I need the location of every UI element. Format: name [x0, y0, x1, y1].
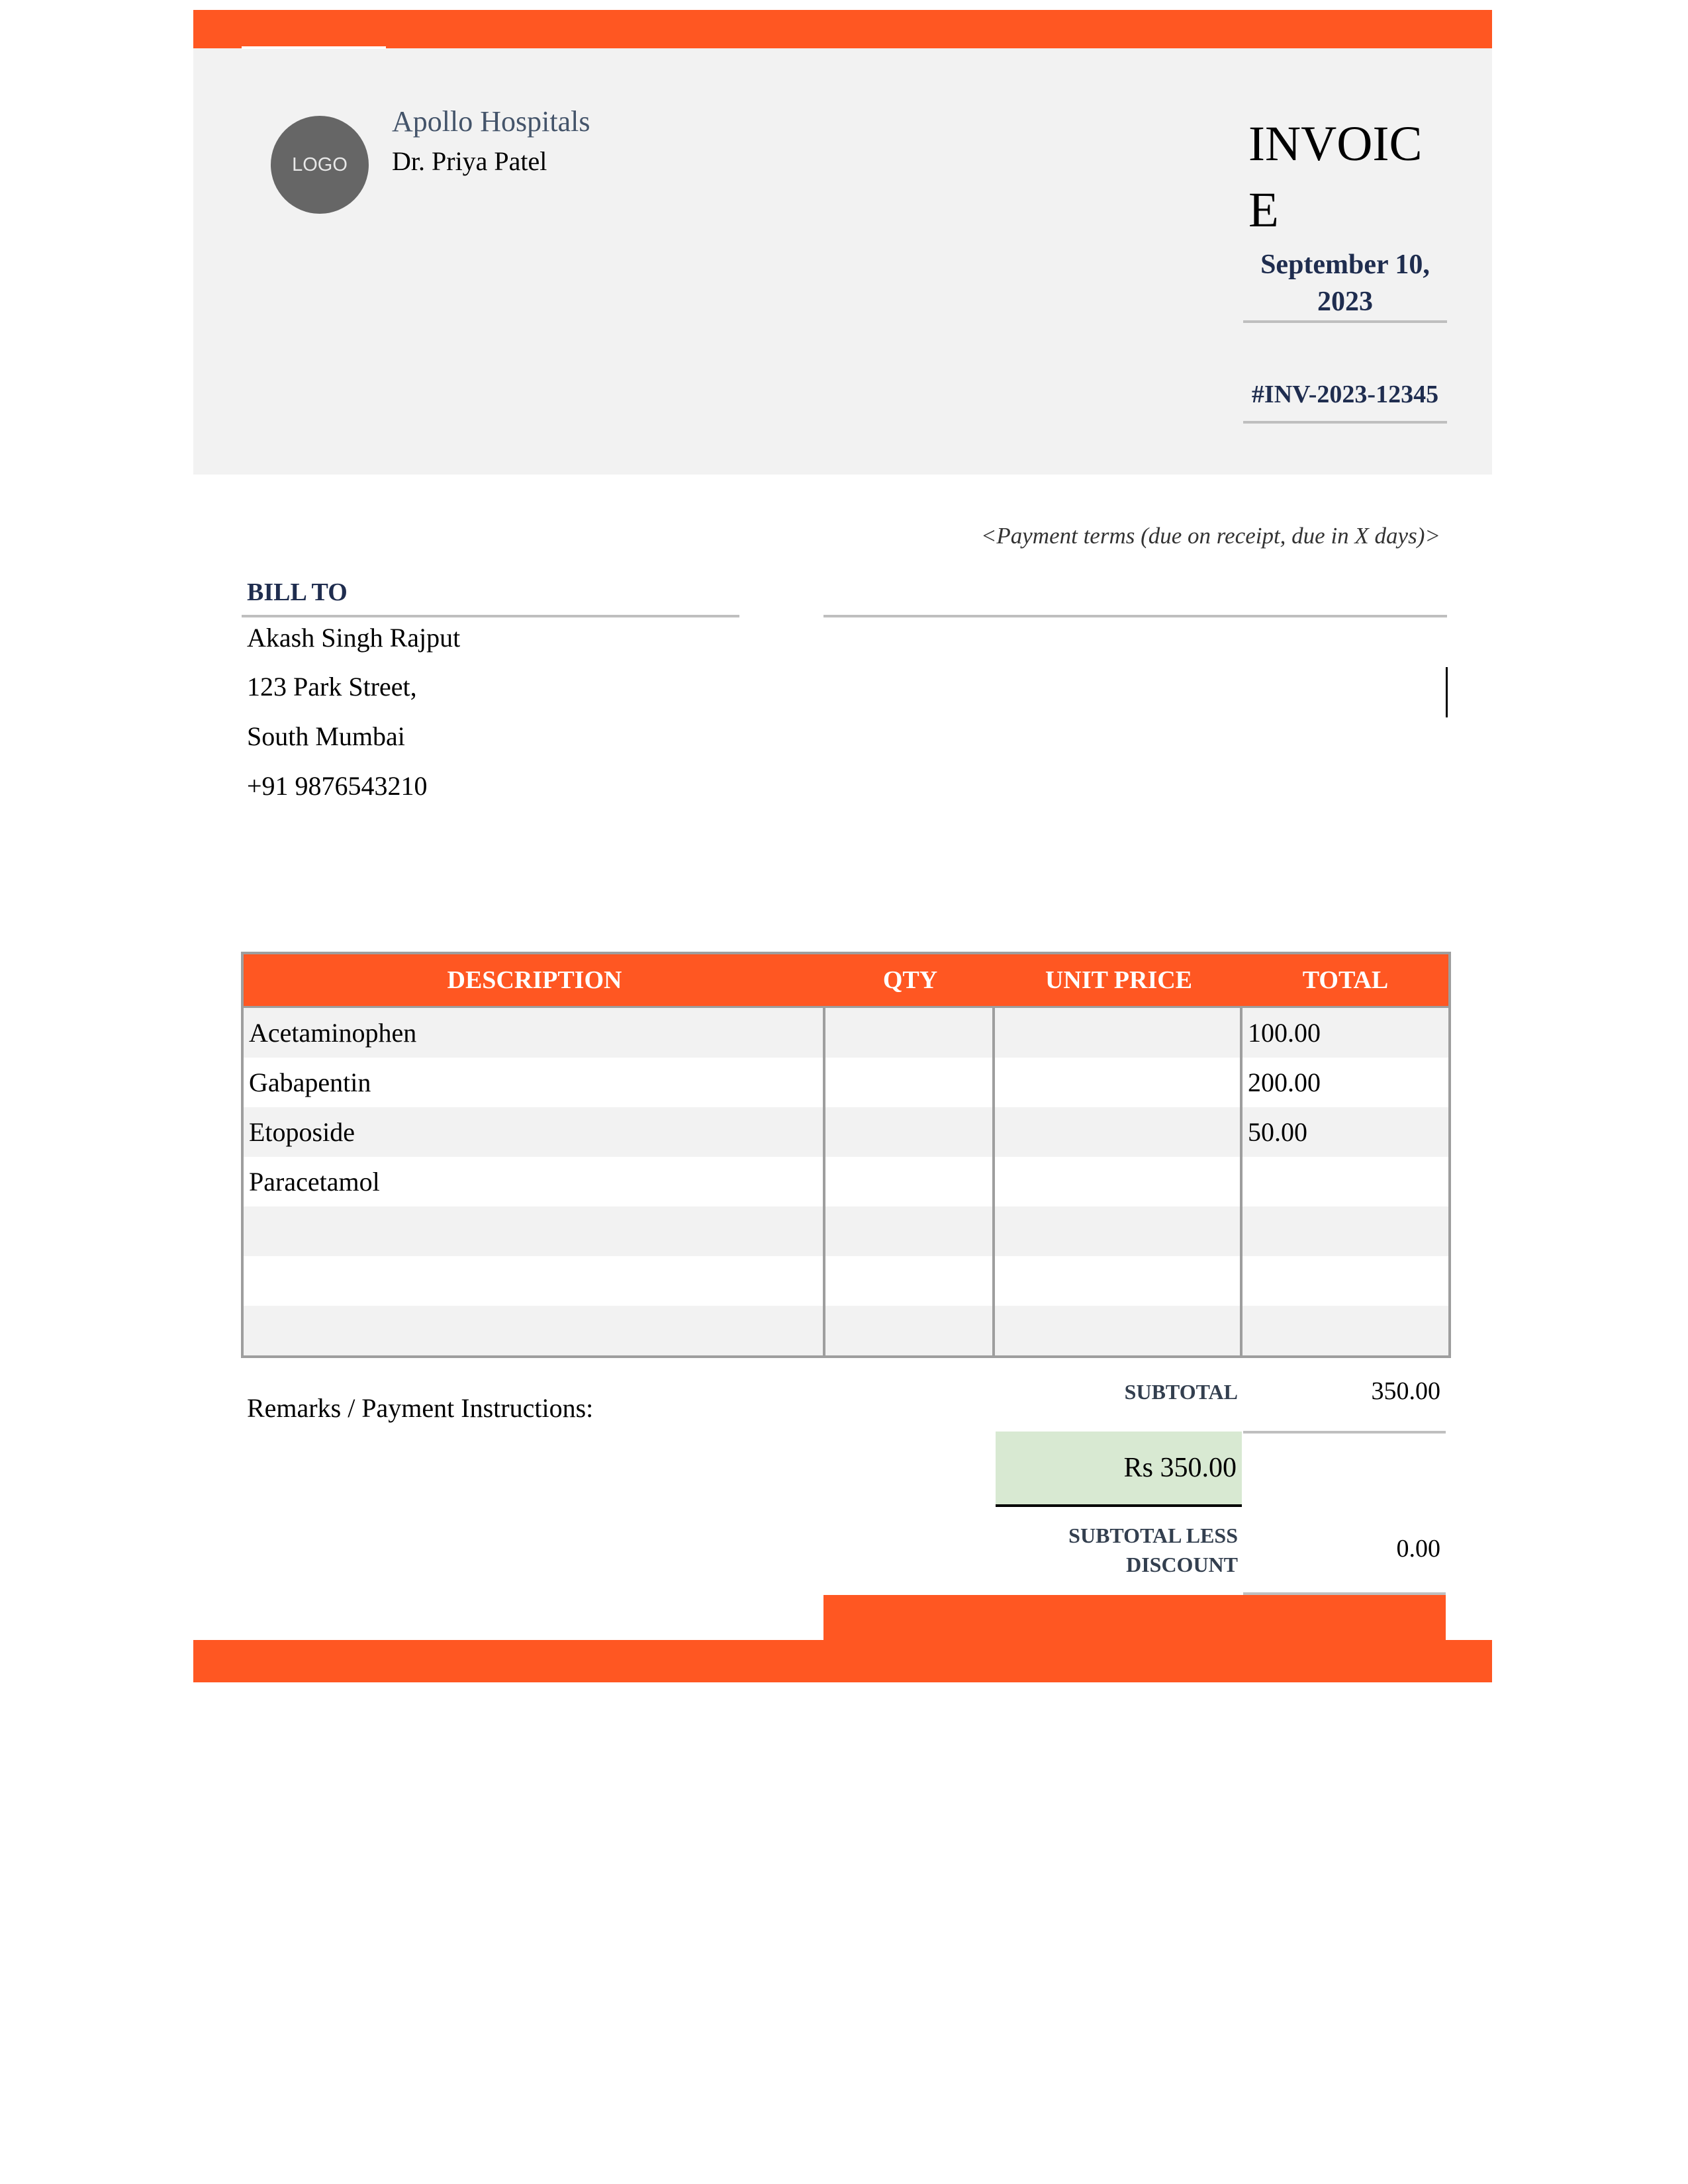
- table-row: Gabapentin 200.00: [244, 1058, 1448, 1107]
- cell-total[interactable]: 200.00: [1243, 1058, 1448, 1107]
- cell-description[interactable]: [244, 1206, 825, 1256]
- table-row: [244, 1256, 1448, 1306]
- bill-to-address-line2: South Mumbai: [247, 721, 405, 751]
- right-divider: [823, 615, 1447, 617]
- cell-unit-price[interactable]: [995, 1306, 1243, 1355]
- text-cursor: [1446, 667, 1448, 717]
- cell-qty[interactable]: [825, 1107, 995, 1157]
- highlighted-amount: Rs 350.00: [1123, 1453, 1237, 1483]
- cell-total[interactable]: 100.00: [1243, 1008, 1448, 1058]
- invoice-number-divider: [1243, 421, 1447, 424]
- cell-description[interactable]: Acetaminophen: [244, 1008, 825, 1058]
- table-row: Etoposide 50.00: [244, 1107, 1448, 1157]
- payment-terms: <Payment terms (due on receipt, due in X…: [980, 523, 1440, 549]
- cell-qty[interactable]: [825, 1058, 995, 1107]
- cell-description[interactable]: Gabapentin: [244, 1058, 825, 1107]
- date-divider: [1243, 320, 1447, 323]
- subtotal-label: SUBTOTAL: [1124, 1380, 1238, 1404]
- bill-to-address-line1: 123 Park Street,: [247, 672, 417, 702]
- cell-total[interactable]: 50.00: [1243, 1107, 1448, 1157]
- cell-unit-price[interactable]: [995, 1058, 1243, 1107]
- invoice-title: INVOICE: [1248, 116, 1423, 238]
- bill-to-name: Akash Singh Rajput: [247, 623, 461, 653]
- cell-unit-price[interactable]: [995, 1256, 1243, 1306]
- header-unit-price: UNIT PRICE: [1045, 966, 1193, 994]
- header-tab-accent: [242, 46, 386, 49]
- discount-value: 0.00: [1396, 1535, 1441, 1563]
- cell-description[interactable]: Etoposide: [244, 1107, 825, 1157]
- highlighted-amount-cell[interactable]: Rs 350.00: [996, 1432, 1242, 1507]
- subtotal-divider: [1243, 1431, 1446, 1433]
- cell-qty[interactable]: [825, 1008, 995, 1058]
- header-qty: QTY: [882, 966, 938, 994]
- cell-qty[interactable]: [825, 1157, 995, 1206]
- cell-total[interactable]: [1243, 1256, 1448, 1306]
- footer-accent-block: [823, 1595, 1446, 1640]
- table-row: [244, 1206, 1448, 1256]
- discount-label: SUBTOTAL LESS DISCOUNT: [1068, 1524, 1238, 1576]
- cell-description[interactable]: [244, 1256, 825, 1306]
- company-name: Apollo Hospitals: [392, 105, 590, 138]
- bill-to-divider: [242, 615, 739, 617]
- table-row: [244, 1306, 1448, 1355]
- remarks-label: Remarks / Payment Instructions:: [247, 1393, 594, 1423]
- cell-qty[interactable]: [825, 1256, 995, 1306]
- invoice-date: September 10, 2023: [1260, 250, 1430, 317]
- table-body: Acetaminophen 100.00 Gabapentin 200.00 E…: [244, 1008, 1448, 1355]
- subtotal-value: 350.00: [1371, 1377, 1441, 1405]
- table-header: DESCRIPTION QTY UNIT PRICE TOTAL: [244, 954, 1448, 1008]
- bill-to-phone: +91 9876543210: [247, 771, 428, 801]
- cell-qty[interactable]: [825, 1206, 995, 1256]
- table-row: Acetaminophen 100.00: [244, 1008, 1448, 1058]
- footer-accent-bar: [193, 1640, 1492, 1682]
- cell-unit-price[interactable]: [995, 1206, 1243, 1256]
- cell-total[interactable]: [1243, 1157, 1448, 1206]
- cell-unit-price[interactable]: [995, 1008, 1243, 1058]
- logo: LOGO: [271, 116, 369, 214]
- logo-text: LOGO: [292, 154, 348, 175]
- invoice-number: #INV-2023-12345: [1251, 381, 1439, 408]
- cell-description[interactable]: [244, 1306, 825, 1355]
- top-accent-bar: [193, 10, 1492, 48]
- doctor-name: Dr. Priya Patel: [392, 146, 547, 176]
- cell-unit-price[interactable]: [995, 1107, 1243, 1157]
- header-total: TOTAL: [1302, 966, 1389, 994]
- cell-unit-price[interactable]: [995, 1157, 1243, 1206]
- cell-description[interactable]: Paracetamol: [244, 1157, 825, 1206]
- table-row: Paracetamol: [244, 1157, 1448, 1206]
- header-description: DESCRIPTION: [447, 966, 622, 994]
- cell-total[interactable]: [1243, 1206, 1448, 1256]
- items-table: DESCRIPTION QTY UNIT PRICE TOTAL Acetami…: [241, 952, 1451, 1358]
- cell-total[interactable]: [1243, 1306, 1448, 1355]
- bill-to-label: BILL TO: [247, 578, 348, 606]
- cell-qty[interactable]: [825, 1306, 995, 1355]
